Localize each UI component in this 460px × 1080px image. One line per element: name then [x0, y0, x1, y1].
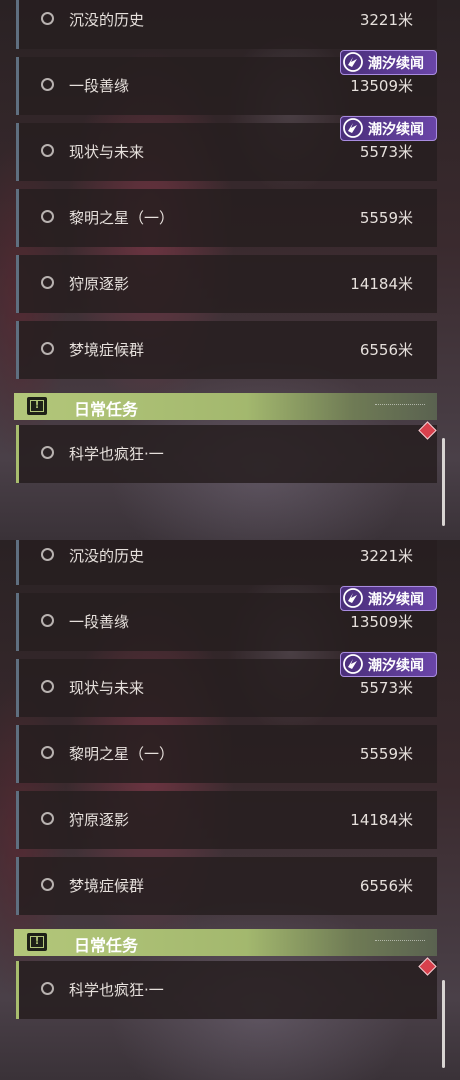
quest-distance: 5573米: [359, 143, 413, 161]
quest-item[interactable]: 狩原逐影 14184米: [16, 255, 437, 313]
tide-mark-icon: [343, 118, 363, 138]
radio-circle-icon: [41, 548, 54, 561]
quest-name: 沉没的历史: [69, 11, 145, 29]
radio-circle-icon: [41, 982, 54, 995]
quest-name: 黎明之星（一）: [69, 209, 175, 227]
alert-square-icon: !: [27, 933, 47, 951]
section-decoration: [375, 404, 425, 408]
radio-circle-icon: [41, 446, 54, 459]
quest-name: 狩原逐影: [69, 275, 130, 293]
section-title: 日常任务: [74, 936, 139, 955]
section-decoration: [375, 940, 425, 944]
quest-distance: 3221米: [359, 547, 413, 565]
scrollbar[interactable]: [442, 980, 445, 1068]
quest-distance: 5559米: [359, 745, 413, 763]
badge-label: 潮汐续闻: [368, 122, 424, 138]
scrollbar[interactable]: [442, 438, 445, 526]
quest-name: 现状与未来: [69, 679, 145, 697]
radio-circle-icon: [41, 680, 54, 693]
quest-distance: 6556米: [359, 877, 413, 895]
quest-item[interactable]: 黎明之星（一） 5559米: [16, 725, 437, 783]
radio-circle-icon: [41, 12, 54, 25]
tide-mark-icon: [343, 654, 363, 674]
tide-badge: 潮汐续闻: [340, 652, 437, 677]
quest-name: 黎明之星（一）: [69, 745, 175, 763]
section-title: 日常任务: [74, 400, 139, 419]
quest-distance: 14184米: [350, 811, 413, 829]
daily-quest-section-header[interactable]: ! 日常任务: [14, 929, 437, 956]
tide-badge: 潮汐续闻: [340, 116, 437, 141]
quest-panel-bottom: 沉没的历史 3221米 一段善缘 13509米 潮汐续闻 现状与未来 5573米…: [0, 540, 460, 1080]
exclamation-glyph: !: [30, 400, 44, 412]
quest-name: 梦境症候群: [69, 877, 145, 895]
badge-label: 潮汐续闻: [368, 658, 424, 674]
tide-mark-icon: [343, 588, 363, 608]
quest-name: 狩原逐影: [69, 811, 130, 829]
quest-name: 现状与未来: [69, 143, 145, 161]
quest-name: 沉没的历史: [69, 547, 145, 565]
quest-name: 一段善缘: [69, 613, 130, 631]
radio-circle-icon: [41, 746, 54, 759]
quest-item[interactable]: 狩原逐影 14184米: [16, 791, 437, 849]
alert-square-icon: !: [27, 397, 47, 415]
daily-quest-item[interactable]: 科学也疯狂·一: [16, 425, 437, 483]
tide-badge: 潮汐续闻: [340, 50, 437, 75]
quest-item[interactable]: 沉没的历史 3221米: [16, 540, 437, 585]
quest-item[interactable]: 黎明之星（一） 5559米: [16, 189, 437, 247]
quest-distance: 3221米: [359, 11, 413, 29]
tide-badge: 潮汐续闻: [340, 586, 437, 611]
quest-distance: 6556米: [359, 341, 413, 359]
radio-circle-icon: [41, 276, 54, 289]
quest-distance: 14184米: [350, 275, 413, 293]
quest-item[interactable]: 梦境症候群 6556米: [16, 857, 437, 915]
tide-mark-icon: [343, 52, 363, 72]
quest-distance: 5559米: [359, 209, 413, 227]
radio-circle-icon: [41, 210, 54, 223]
quest-distance: 13509米: [350, 77, 413, 95]
quest-name: 科学也疯狂·一: [69, 981, 164, 999]
radio-circle-icon: [41, 878, 54, 891]
quest-item[interactable]: 梦境症候群 6556米: [16, 321, 437, 379]
badge-label: 潮汐续闻: [368, 56, 424, 72]
radio-circle-icon: [41, 342, 54, 355]
quest-name: 梦境症候群: [69, 341, 145, 359]
exclamation-glyph: !: [30, 936, 44, 948]
badge-label: 潮汐续闻: [368, 592, 424, 608]
radio-circle-icon: [41, 78, 54, 91]
daily-quest-item[interactable]: 科学也疯狂·一: [16, 961, 437, 1019]
daily-quest-section-header[interactable]: ! 日常任务: [14, 393, 437, 420]
quest-name: 科学也疯狂·一: [69, 445, 164, 463]
quest-item[interactable]: 沉没的历史 3221米: [16, 0, 437, 49]
quest-panel-top: 沉没的历史 3221米 一段善缘 13509米 潮汐续闻 现状与未来 5573米…: [0, 0, 460, 540]
quest-name: 一段善缘: [69, 77, 130, 95]
quest-distance: 13509米: [350, 613, 413, 631]
radio-circle-icon: [41, 614, 54, 627]
radio-circle-icon: [41, 144, 54, 157]
radio-circle-icon: [41, 812, 54, 825]
quest-distance: 5573米: [359, 679, 413, 697]
